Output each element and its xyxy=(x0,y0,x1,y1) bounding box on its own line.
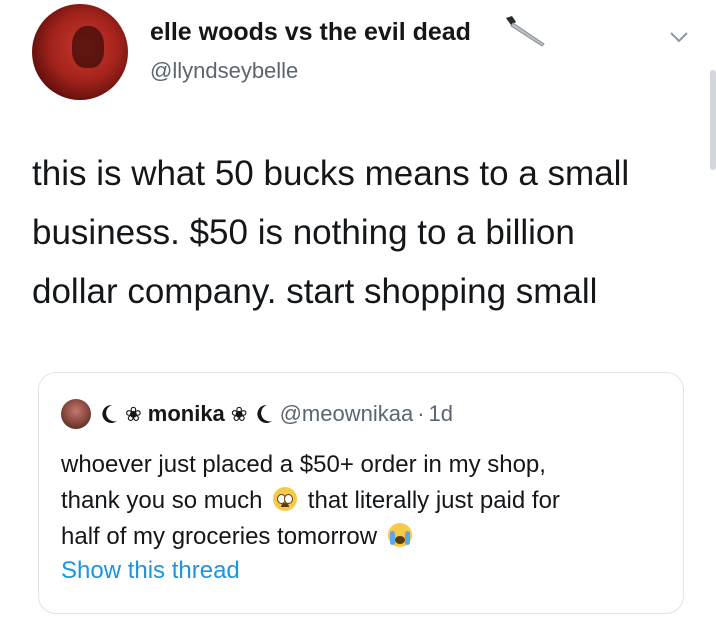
tweet-text: this is what 50 bucks means to a small b… xyxy=(32,144,702,321)
quoted-text-segment: thank you so much xyxy=(61,487,263,514)
chevron-down-icon[interactable] xyxy=(668,26,690,48)
handle[interactable]: @llyndseybelle xyxy=(150,58,298,84)
quoted-text-line: thank you so much that literally just pa… xyxy=(61,483,671,519)
quoted-handle[interactable]: @meownikaa xyxy=(280,401,414,427)
flower-icon: ❀ xyxy=(230,402,248,426)
quoted-display-name[interactable]: monika xyxy=(148,401,225,427)
tweet-text-line: this is what 50 bucks means to a small xyxy=(32,154,630,193)
knife-icon xyxy=(506,16,545,47)
quoted-text-segment: whoever just placed a $50+ order in my s… xyxy=(61,451,546,478)
separator: · xyxy=(417,401,425,426)
quoted-text-line: whoever just placed a $50+ order in my s… xyxy=(61,447,671,483)
flower-icon: ❀ xyxy=(125,402,142,426)
timestamp[interactable]: 1d xyxy=(429,401,453,427)
scrollbar[interactable] xyxy=(710,70,716,170)
quoted-avatar[interactable] xyxy=(61,399,91,429)
tweet-text-line: dollar company. start shopping small xyxy=(32,272,598,311)
quoted-text-line: half of my groceries tomorrow xyxy=(61,519,671,555)
display-name[interactable]: elle woods vs the evil dead xyxy=(150,18,471,47)
avatar-figure xyxy=(72,26,104,68)
avatar[interactable] xyxy=(32,4,128,100)
tweet-text-line: business. $50 is nothing to a billion xyxy=(32,213,575,252)
show-thread-link[interactable]: Show this thread xyxy=(61,557,240,585)
quoted-text-segment: half of my groceries tomorrow xyxy=(61,523,378,550)
crying-face-emoji-icon xyxy=(387,523,412,547)
quoted-tweet-card[interactable]: ❀ monika ❀ @meownikaa · 1d whoever just … xyxy=(38,372,684,614)
quoted-text-segment: that literally just paid for xyxy=(307,487,560,514)
moon-icon xyxy=(256,404,272,423)
quoted-tweet-header: ❀ monika ❀ @meownikaa · 1d xyxy=(61,399,453,429)
pleading-face-emoji-icon xyxy=(273,487,298,511)
quoted-tweet-text: whoever just placed a $50+ order in my s… xyxy=(61,447,671,555)
moon-icon xyxy=(102,404,117,423)
